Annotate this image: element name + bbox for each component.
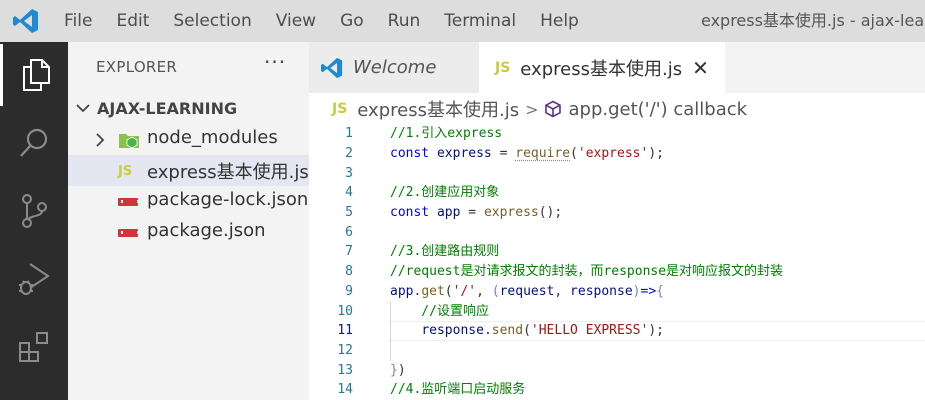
indent-guide bbox=[390, 302, 391, 361]
line-number: 1 bbox=[345, 126, 353, 141]
tree-item-label: node_modules bbox=[147, 127, 278, 148]
code-text: }) bbox=[390, 363, 406, 378]
search-icon[interactable] bbox=[0, 112, 68, 174]
more-actions-button[interactable]: ··· bbox=[264, 50, 286, 74]
tree-item-label: package.json bbox=[147, 220, 266, 241]
line-number: 2 bbox=[345, 146, 353, 161]
line-number: 11 bbox=[337, 323, 353, 338]
menu-view[interactable]: View bbox=[264, 0, 328, 42]
code-line: 6 bbox=[309, 223, 925, 243]
line-number: 5 bbox=[345, 205, 353, 220]
line-number: 9 bbox=[345, 284, 353, 299]
node-folder-icon bbox=[118, 131, 140, 149]
code-text: const express = require('express'); bbox=[390, 146, 664, 161]
menu-go[interactable]: Go bbox=[328, 0, 376, 42]
tab-welcome[interactable]: Welcome bbox=[309, 42, 479, 93]
code-line: 2 const express = require('express'); bbox=[309, 144, 925, 164]
js-file-icon: JS bbox=[118, 163, 133, 179]
menu-file[interactable]: File bbox=[52, 0, 104, 42]
line-number: 14 bbox=[337, 382, 353, 397]
menu-run[interactable]: Run bbox=[376, 0, 433, 42]
breadcrumb: JS express基本使用.js > app.get('/') callbac… bbox=[309, 93, 925, 125]
tree-item-package-lock[interactable]: package-lock.json bbox=[68, 186, 309, 217]
line-number: 13 bbox=[337, 363, 353, 378]
chevron-right-icon bbox=[95, 132, 105, 151]
code-text: const app = express(); bbox=[390, 205, 563, 220]
code-text: //设置响应 bbox=[390, 304, 489, 319]
js-file-icon: JS bbox=[332, 101, 348, 117]
line-number: 8 bbox=[345, 264, 353, 279]
code-line: 10 //设置响应 bbox=[309, 302, 925, 322]
explorer-sidebar: EXPLORER ··· AJAX-LEARNING node_modules … bbox=[68, 42, 392, 400]
code-text: //1.引入express bbox=[390, 126, 503, 141]
close-icon[interactable]: ✕ bbox=[692, 56, 709, 80]
tree-item-node-modules[interactable]: node_modules bbox=[68, 124, 309, 155]
tab-label: Welcome bbox=[353, 57, 437, 78]
line-number: 6 bbox=[345, 225, 353, 240]
line-number: 4 bbox=[345, 185, 353, 200]
tree-item-label: package-lock.json bbox=[147, 189, 309, 210]
extensions-icon[interactable] bbox=[0, 316, 68, 378]
folder-name: AJAX-LEARNING bbox=[97, 98, 238, 118]
code-line: 9 app.get('/', (request, response)=>{ bbox=[309, 282, 925, 302]
code-line: 8 //request是对请求报文的封装，而response是对响应报文的封装 bbox=[309, 262, 925, 282]
breadcrumb-symbol[interactable]: app.get('/') callback bbox=[568, 99, 747, 120]
js-file-icon: JS bbox=[495, 59, 511, 76]
line-number: 3 bbox=[345, 166, 353, 181]
code-text: //4.监听端口启动服务 bbox=[390, 382, 526, 397]
code-line: 14 //4.监听端口启动服务 bbox=[309, 380, 925, 400]
menu-terminal[interactable]: Terminal bbox=[432, 0, 528, 42]
chevron-down-icon bbox=[76, 103, 94, 113]
folder-ajax-learning[interactable]: AJAX-LEARNING bbox=[68, 93, 309, 123]
code-text: //3.创建路由规则 bbox=[390, 244, 500, 259]
editor: Welcome JS express基本使用.js ✕ JS express基本… bbox=[309, 42, 925, 400]
tree-item-package-json[interactable]: package.json bbox=[68, 217, 309, 248]
code-line: 13 }) bbox=[309, 361, 925, 381]
breadcrumb-file[interactable]: express基本使用.js bbox=[357, 96, 519, 122]
menu-help[interactable]: Help bbox=[528, 0, 591, 42]
code-text: app.get('/', (request, response)=>{ bbox=[390, 284, 664, 299]
code-text: //2.创建应用对象 bbox=[390, 185, 500, 200]
explorer-icon[interactable] bbox=[0, 44, 68, 106]
tab-express-js[interactable]: JS express基本使用.js ✕ bbox=[479, 42, 725, 93]
npm-file-icon bbox=[118, 193, 140, 211]
tab-bar: Welcome JS express基本使用.js ✕ bbox=[309, 42, 925, 93]
activity-bar bbox=[0, 42, 68, 400]
line-number: 7 bbox=[345, 244, 353, 259]
code-text: //request是对请求报文的封装，而response是对响应报文的封装 bbox=[390, 264, 784, 279]
code-line: 4 //2.创建应用对象 bbox=[309, 183, 925, 203]
line-number: 10 bbox=[337, 304, 353, 319]
menu-edit[interactable]: Edit bbox=[104, 0, 161, 42]
window-title: express基本使用.js - ajax-learning bbox=[701, 11, 925, 30]
tab-label: express基本使用.js bbox=[520, 58, 683, 80]
code-line: 1 //1.引入express bbox=[309, 124, 925, 144]
line-number: 12 bbox=[337, 343, 353, 358]
tree-item-express-js[interactable]: JS express基本使用.js bbox=[68, 155, 309, 186]
menu-bar: File Edit Selection View Go Run Terminal… bbox=[0, 0, 925, 42]
method-symbol-icon bbox=[544, 100, 562, 118]
code-text: response.send('HELLO EXPRESS'); bbox=[421, 323, 664, 338]
explorer-title: EXPLORER bbox=[96, 58, 178, 76]
code-line-current: 11 response.send('HELLO EXPRESS'); bbox=[309, 321, 925, 341]
tree-item-label: express基本使用.js bbox=[147, 162, 309, 183]
code-line: 5 const app = express(); bbox=[309, 203, 925, 223]
run-debug-icon[interactable] bbox=[0, 248, 68, 310]
code-line: 3 bbox=[309, 164, 925, 184]
vscode-logo-icon bbox=[321, 57, 343, 79]
menu-selection[interactable]: Selection bbox=[161, 0, 263, 42]
vscode-logo-icon bbox=[0, 0, 52, 42]
source-control-icon[interactable] bbox=[0, 180, 68, 242]
npm-file-icon bbox=[118, 224, 140, 242]
code-line: 7 //3.创建路由规则 bbox=[309, 242, 925, 262]
breadcrumb-separator: > bbox=[525, 99, 539, 119]
code-line: 12 bbox=[309, 341, 925, 361]
